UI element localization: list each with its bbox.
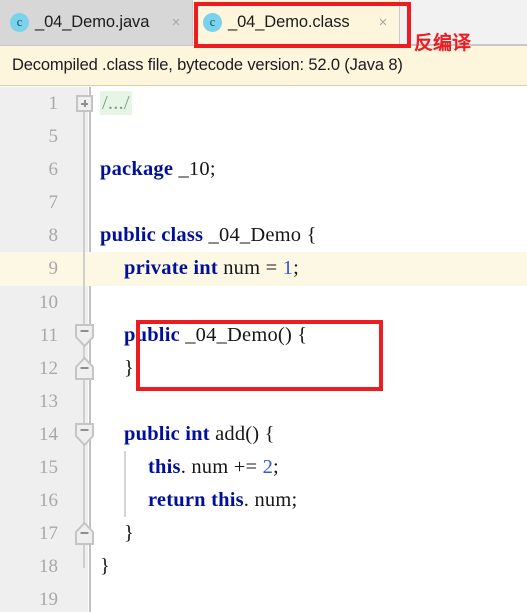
code-line[interactable]: 7 [0,186,527,219]
code-line[interactable]: 19 [0,583,527,612]
line-number: 11 [39,324,58,346]
code-line-text: } [124,352,134,385]
line-number: 15 [39,457,58,479]
code-line[interactable]: 15 this. num += 2; [0,451,527,484]
code-token-plain: } [124,522,135,545]
java-class-icon: c [203,13,222,32]
code-token-plain: . num += [180,456,263,479]
plus-bar-vertical [83,100,86,107]
code-token-fold: /.../ [100,91,132,115]
tab-label: _04_Demo.class [228,13,350,31]
editor-window: c _04_Demo.java × c _04_Demo.class × 反编译… [0,0,527,612]
code-line[interactable]: 18} [0,550,527,583]
close-icon[interactable]: × [375,15,391,31]
line-number: 17 [39,523,58,545]
code-token-kw: public class [100,224,204,247]
fold-collapse-start-icon[interactable] [75,323,94,347]
code-token-kw: package [100,158,174,181]
code-line-text: public _04_Demo() { [124,319,307,352]
code-token-plain: num = [217,257,283,280]
fold-collapse-end-icon[interactable] [75,356,94,380]
line-number: 5 [48,126,59,148]
code-line[interactable]: 13 [0,385,527,418]
code-token-num: 2 [262,456,274,479]
line-number: 1 [48,93,59,114]
code-line-text: } [124,517,134,550]
code-token-kw: public [124,323,180,346]
code-line-text: return this. num; [148,484,297,517]
code-line[interactable]: 9 private int num = 1; [0,252,527,286]
line-number: 10 [39,291,58,313]
tab-_04_Demo-class[interactable]: c _04_Demo.class × [193,0,400,45]
code-line-text: } [100,550,110,583]
code-token-plain: _10; [173,158,216,181]
code-token-plain: . num; [243,489,298,512]
line-number: 8 [48,225,59,247]
fold-collapse-start-icon[interactable] [75,423,94,446]
code-line[interactable]: 16 return this. num; [0,484,527,517]
line-number: 19 [39,589,58,611]
code-line-text: this. num += 2; [148,451,279,484]
line-number: 7 [48,192,59,214]
code-token-plain: ; [273,456,279,479]
fold-expand-icon[interactable] [76,95,93,112]
line-number: 16 [39,490,58,512]
code-line-text: public int add() { [124,418,275,451]
code-token-kw: public int [124,422,210,445]
code-line-text: public class _04_Demo { [100,219,317,252]
code-line-text: private int num = 1; [124,252,299,285]
line-number: 13 [39,390,58,412]
code-token-plain: } [100,555,111,578]
tab-_04_Demo-java[interactable]: c _04_Demo.java × [0,0,193,45]
code-line-text: /.../ [100,87,132,120]
close-icon[interactable]: × [168,15,184,31]
code-token-kw: return this [148,489,244,512]
code-token-kw: private int [124,257,218,280]
tab-label: _04_Demo.java [35,13,150,31]
line-number: 6 [48,159,59,181]
code-line[interactable]: 5 [0,120,527,153]
code-token-plain: ; [293,257,300,280]
java-class-icon: c [10,13,29,32]
code-line[interactable]: 10 [0,286,527,319]
line-number: 12 [39,357,58,379]
code-token-num: 1 [282,257,294,280]
code-token-plain: } [124,356,135,379]
fold-collapse-end-icon[interactable] [75,522,94,546]
code-line[interactable]: 6 package _10; [0,153,527,186]
code-token-plain: add() { [209,422,275,445]
line-number: 14 [39,423,58,445]
line-number: 18 [39,556,58,578]
code-editor[interactable]: 1 /.../ 5 6 package _10; 7 8 public class _04_D… [0,87,527,612]
code-line[interactable]: 8 public class _04_Demo { [0,219,527,252]
code-line-text: package _10; [100,153,216,186]
code-token-plain: _04_Demo() { [179,323,308,346]
indent-guide [124,451,126,518]
line-number: 9 [48,258,59,280]
annotation-label-decompile: 反编译 [414,32,472,54]
code-token-kw: this [148,456,181,479]
code-token-plain: _04_Demo { [203,224,317,247]
decompiled-notice-text: Decompiled .class file, bytecode version… [12,56,403,74]
